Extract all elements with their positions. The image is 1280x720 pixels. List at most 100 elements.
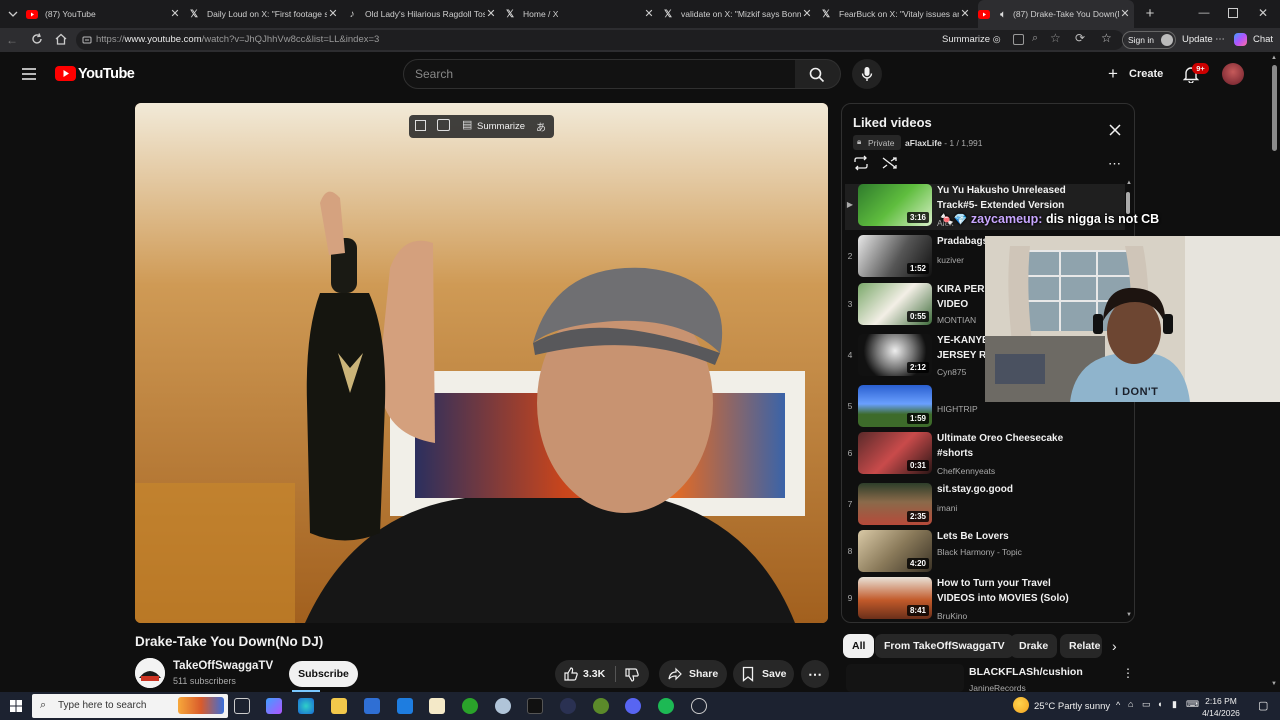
sign-in-button[interactable]: Sign in	[1122, 31, 1176, 49]
spotify-icon[interactable]	[658, 698, 674, 714]
copilot-icon[interactable]	[1234, 33, 1247, 46]
tab-old-lady-ragdoll[interactable]: ♪ Old Lady's Hilarious Ragdoll Toss ✕	[346, 0, 500, 28]
close-icon[interactable]: ✕	[484, 7, 498, 21]
xbox-icon[interactable]	[462, 698, 478, 714]
network-tray-icon[interactable]: ⌂	[1128, 699, 1133, 709]
chip-drake[interactable]: Drake	[1010, 634, 1058, 658]
video-player[interactable]	[135, 103, 828, 623]
playlist-more-icon[interactable]: ⋯	[1108, 156, 1121, 172]
extensions-icon[interactable]: ⟳	[1075, 31, 1085, 45]
back-arrow-icon[interactable]: ←	[6, 33, 20, 47]
tray-clock[interactable]: 2:16 PM 4/14/2026	[1196, 695, 1246, 719]
playlist-item[interactable]: 9 8:41 How to Turn your Travel VIDEOS in…	[845, 577, 1125, 621]
translate-icon[interactable]: あ	[536, 119, 546, 134]
channel-avatar[interactable]	[135, 658, 165, 688]
split-screen-icon[interactable]	[1013, 34, 1024, 45]
save-button[interactable]: Save	[733, 660, 794, 688]
tab-youtube-home[interactable]: (87) YouTube ✕	[26, 0, 184, 28]
more-actions-icon[interactable]: ⋯	[801, 660, 829, 688]
chevron-right-icon[interactable]: ›	[1112, 638, 1117, 654]
windows-start-icon[interactable]	[10, 700, 22, 712]
notification-center-icon[interactable]: ▢	[1258, 699, 1268, 712]
reload-icon[interactable]	[30, 32, 44, 46]
hamburger-menu-icon[interactable]	[21, 67, 37, 81]
favorite-star-icon[interactable]: ☆	[1050, 31, 1061, 45]
subscribe-button[interactable]: Subscribe	[289, 661, 358, 687]
account-avatar[interactable]	[1222, 63, 1244, 85]
window-close-icon[interactable]: ✕	[1256, 6, 1270, 20]
scrollbar-thumb[interactable]	[1272, 65, 1277, 151]
favorites-icon[interactable]: ☆	[1101, 31, 1112, 45]
like-count[interactable]: 3.3K	[583, 668, 605, 680]
chip-all[interactable]: All	[843, 634, 875, 658]
voice-search-button[interactable]	[852, 59, 882, 89]
app-icon[interactable]	[560, 698, 576, 714]
chat-button[interactable]: Chat	[1253, 34, 1273, 45]
share-button[interactable]: Share	[659, 660, 727, 688]
picture-in-picture-icon[interactable]	[415, 120, 426, 131]
close-icon[interactable]: ✕	[1118, 7, 1132, 21]
scroll-down-icon[interactable]: ▼	[1271, 681, 1277, 687]
new-tab-plus-icon[interactable]: +	[1143, 5, 1157, 23]
search-input[interactable]: Search	[403, 59, 796, 89]
thumbs-up-icon[interactable]	[563, 666, 579, 682]
scroll-up-icon[interactable]: ▲	[1271, 55, 1277, 61]
task-view-icon[interactable]	[234, 698, 250, 714]
search-button[interactable]	[795, 59, 841, 89]
update-button[interactable]: Update ⋯	[1182, 34, 1225, 45]
close-icon[interactable]: ✕	[958, 7, 972, 21]
app-icon[interactable]	[691, 698, 707, 714]
minimize-icon[interactable]: —	[1198, 7, 1210, 21]
file-explorer-icon[interactable]	[331, 698, 347, 714]
tab-drake-active[interactable]: 🔈︎ (87) Drake-Take You Down(N ✕	[978, 0, 1134, 28]
speaker-icon[interactable]: 🔈︎	[997, 8, 1009, 20]
maximize-icon[interactable]	[1228, 8, 1238, 18]
loop-icon[interactable]	[852, 155, 870, 171]
playlist-owner[interactable]: aFlaxLife	[905, 138, 942, 148]
taskbar-search-input[interactable]: ⌕ Type here to search	[32, 694, 228, 718]
zoom-icon[interactable]: ⌕	[1032, 32, 1038, 45]
recommendation-more-icon[interactable]: ⋮	[1122, 666, 1134, 680]
edge-taskbar-icon[interactable]	[298, 698, 314, 714]
playlist-item[interactable]: 6 0:31 Ultimate Oreo Cheesecake #shorts …	[845, 432, 1125, 480]
app-icon[interactable]	[495, 698, 511, 714]
epic-games-icon[interactable]	[527, 698, 543, 714]
app-icon[interactable]	[593, 698, 609, 714]
chip-from-channel[interactable]: From TakeOffSwaggaTV	[875, 634, 1014, 658]
notepad-icon[interactable]	[429, 698, 445, 714]
tab-fearbuck[interactable]: 𝕏 FearBuck on X: "Vitaly issues an a ✕	[820, 0, 974, 28]
discord-icon[interactable]	[625, 698, 641, 714]
playlist-title[interactable]: Liked videos	[853, 115, 932, 130]
close-icon[interactable]: ✕	[326, 7, 340, 21]
store-icon[interactable]	[364, 698, 380, 714]
copilot-taskbar-icon[interactable]	[266, 698, 282, 714]
youtube-logo-text[interactable]: YouTube	[78, 66, 135, 82]
site-info-icon[interactable]	[82, 34, 92, 46]
close-icon[interactable]: ✕	[168, 7, 182, 21]
tray-overflow-icon[interactable]: ^	[1116, 700, 1120, 710]
shuffle-icon[interactable]	[881, 155, 899, 171]
tab-validate[interactable]: 𝕏 validate on X: "Mizkif says Bonnie ✕	[662, 0, 816, 28]
monitor-tray-icon[interactable]: ▭	[1142, 699, 1151, 710]
recommendation-title[interactable]: BLACKFLASh/cushion	[969, 666, 1083, 678]
close-icon[interactable]	[1108, 123, 1122, 137]
chip-related[interactable]: Relate	[1060, 634, 1102, 658]
tab-daily-loud[interactable]: 𝕏 Daily Loud on X: "First footage sh ✕	[188, 0, 342, 28]
create-button[interactable]: + Create	[1098, 61, 1170, 87]
scroll-down-icon[interactable]: ▼	[1126, 612, 1132, 618]
tab-actions-chevron-icon[interactable]	[6, 7, 20, 21]
playlist-item[interactable]: 8 4:20 Lets Be Lovers Black Harmony - To…	[845, 530, 1125, 578]
thumbs-down-icon[interactable]	[624, 667, 640, 683]
close-icon[interactable]: ✕	[642, 7, 656, 21]
mail-icon[interactable]	[397, 698, 413, 714]
overlay-summarize-button[interactable]: Summarize	[477, 121, 525, 132]
youtube-logo-icon[interactable]	[55, 66, 76, 81]
visual-search-icon[interactable]	[437, 119, 450, 131]
weather-widget[interactable]: 25°C Partly sunny	[1034, 701, 1110, 712]
volume-tray-icon[interactable]: ◖	[1157, 699, 1162, 709]
channel-name[interactable]: TakeOffSwaggaTV	[173, 660, 273, 672]
recommendation-thumbnail[interactable]	[846, 664, 964, 692]
summarize-button[interactable]: Summarize ◎	[942, 34, 1001, 45]
scrollbar-thumb[interactable]	[1126, 192, 1130, 214]
playlist-item[interactable]: 7 2:35 sit.stay.go.good imani	[845, 483, 1125, 531]
